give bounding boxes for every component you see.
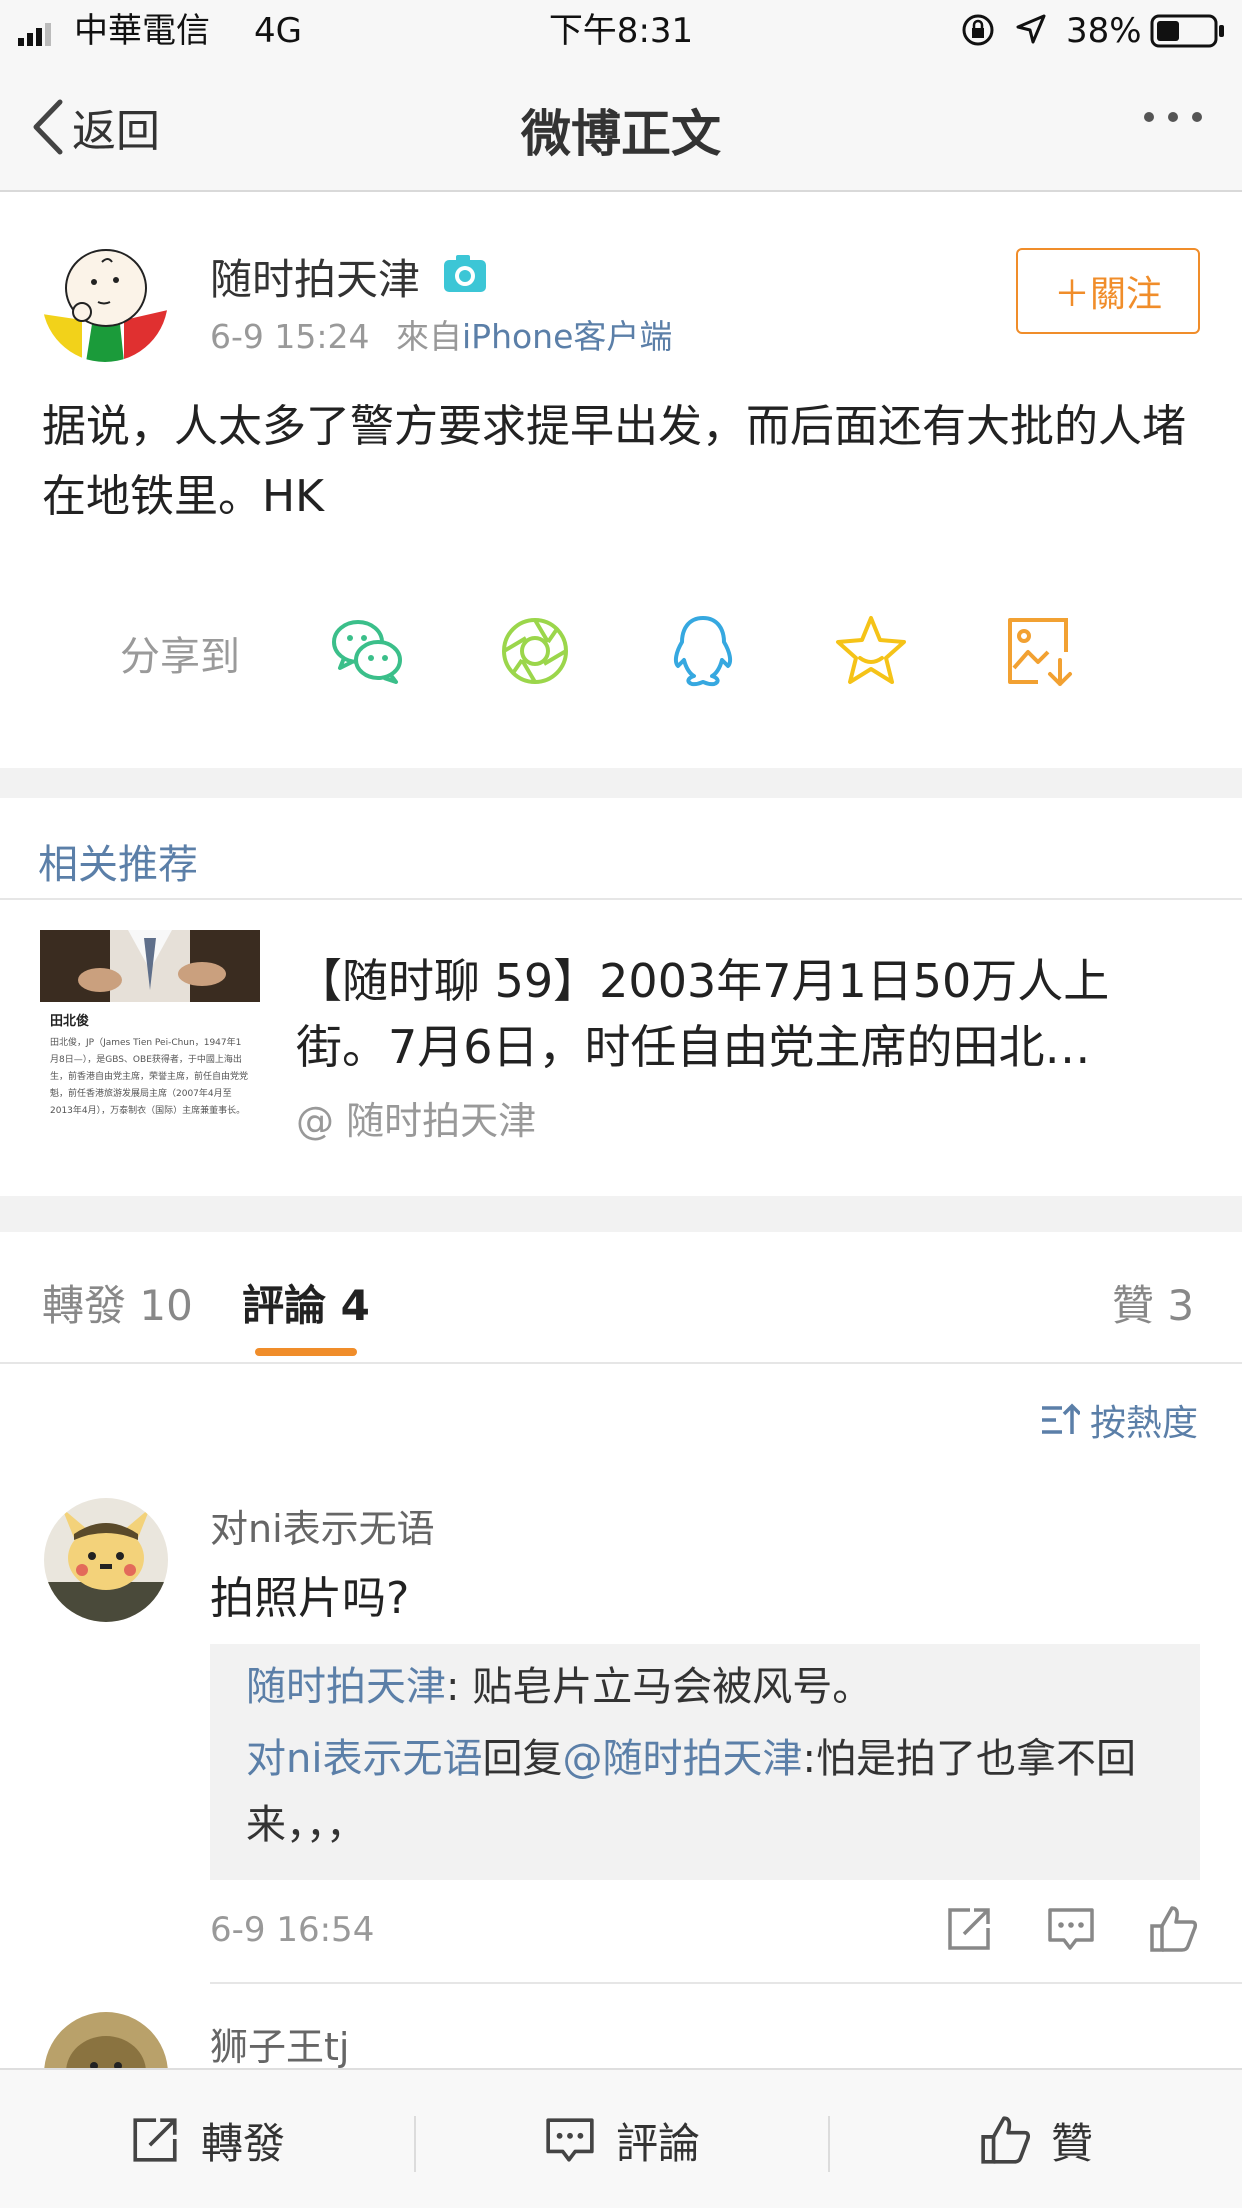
thumbnail-heading: 田北俊 [50, 1014, 90, 1029]
comment-time: 6-9 16:54 [210, 1910, 375, 1950]
comment-icon [546, 2118, 594, 2162]
comment-button[interactable]: 評論 [416, 2070, 828, 2210]
commenter-username[interactable]: 狮子王tj [210, 2016, 349, 2071]
poster-username[interactable]: 随时拍天津 [210, 246, 420, 307]
follow-button[interactable]: ＋關注 [1016, 248, 1200, 334]
camera-badge-icon [442, 252, 488, 294]
more-dot-icon [1168, 112, 1178, 122]
reply-item: 对ni表示无语回复@随时拍天津:怕是拍了也拿不回来，，， [246, 1726, 1176, 1858]
post-time: 6-9 15:24 [210, 317, 370, 356]
location-icon [1014, 12, 1048, 46]
like-label: 贊 [1050, 2118, 1093, 2168]
sort-label: 按熱度 [1089, 1403, 1198, 1444]
wechat-icon[interactable] [328, 612, 406, 690]
like-button[interactable]: 贊 [830, 2070, 1242, 2210]
related-thumbnail[interactable]: 田北俊 田北俊，JP（James Tien Pei-Chun，1947年1月8日… [40, 930, 260, 1150]
comment-like-icon[interactable] [1148, 1904, 1198, 1954]
battery-icon [1150, 14, 1226, 48]
thumbnail-body: 田北俊，JP（James Tien Pei-Chun，1947年1月8日—），是… [50, 1038, 249, 1116]
reply-text: : 贴皂片立马会被风号。 [446, 1664, 873, 1710]
commenter-username[interactable]: 对ni表示无语 [210, 1498, 435, 1553]
related-title[interactable]: 【随时聊 59】2003年7月1日50万人上街。7月6日，时任自由党主席的田北… [296, 948, 1196, 1080]
post-meta: 6-9 15:24 來自iPhone客户端 [210, 310, 672, 358]
reply-item: 随时拍天津: 贴皂片立马会被风号。 [246, 1654, 1176, 1720]
section-gap [0, 768, 1242, 798]
bottom-action-bar: 轉發 評論 贊 [0, 2068, 1242, 2208]
post-text: 据说，人太多了警方要求提早出发，而后面还有大批的人堵在地铁里。HK [42, 401, 1186, 522]
divider [0, 898, 1242, 900]
comment-reply-icon[interactable] [1046, 1904, 1096, 1954]
share-label: 分享到 [120, 634, 240, 680]
more-dot-icon [1192, 112, 1202, 122]
comment-text: 拍照片吗? [210, 1573, 410, 1624]
page-title: 微博正文 [521, 105, 721, 163]
reply-thread[interactable]: 随时拍天津: 贴皂片立马会被风号。 对ni表示无语回复@随时拍天津:怕是拍了也拿… [210, 1644, 1200, 1880]
divider [0, 1362, 1242, 1364]
tab-reposts[interactable]: 轉發 10 [42, 1272, 193, 1333]
battery-percent: 38% [1066, 11, 1142, 51]
reply-author-link[interactable]: 随时拍天津 [246, 1664, 446, 1710]
divider [210, 1982, 1242, 1984]
reply-author-link[interactable]: 对ni表示无语 [246, 1736, 482, 1782]
repost-icon [133, 2118, 177, 2162]
more-button[interactable] [1144, 112, 1202, 122]
mention-link[interactable]: @随时拍天津 [562, 1736, 802, 1782]
commenter-avatar[interactable] [44, 1498, 168, 1622]
reply-connector: 回复 [482, 1736, 563, 1782]
post-source-link[interactable]: iPhone客户端 [462, 317, 672, 356]
related-section-title: 相关推荐 [38, 842, 198, 888]
more-dot-icon [1144, 112, 1154, 122]
source-prefix: 來自 [396, 317, 462, 356]
qq-icon[interactable] [664, 612, 742, 690]
status-bar: 中華電信 4G 下午8:31 38% [0, 0, 1242, 62]
nav-bar: 返回 微博正文 [0, 62, 1242, 192]
like-icon [981, 2116, 1030, 2164]
tab-likes[interactable]: 贊 3 [1112, 1272, 1194, 1333]
related-author[interactable]: @ 随时拍天津 [296, 1090, 536, 1145]
comment-label: 評論 [615, 2118, 700, 2168]
poster-avatar[interactable] [42, 236, 168, 362]
rotation-lock-icon [960, 12, 996, 48]
clock: 下午8:31 [548, 11, 694, 51]
comment-repost-icon[interactable] [944, 1904, 994, 1954]
sort-icon [1041, 1403, 1080, 1434]
save-image-icon[interactable] [1000, 612, 1078, 690]
tab-comments[interactable]: 評論 4 [242, 1272, 370, 1333]
moments-icon[interactable] [496, 612, 574, 690]
section-gap [0, 1196, 1242, 1232]
repost-label: 轉發 [200, 2118, 285, 2168]
favorite-icon[interactable] [832, 612, 910, 690]
active-tab-indicator [255, 1348, 357, 1356]
sort-button[interactable]: 按熱度 [1040, 1394, 1198, 1446]
repost-button[interactable]: 轉發 [0, 2070, 414, 2210]
